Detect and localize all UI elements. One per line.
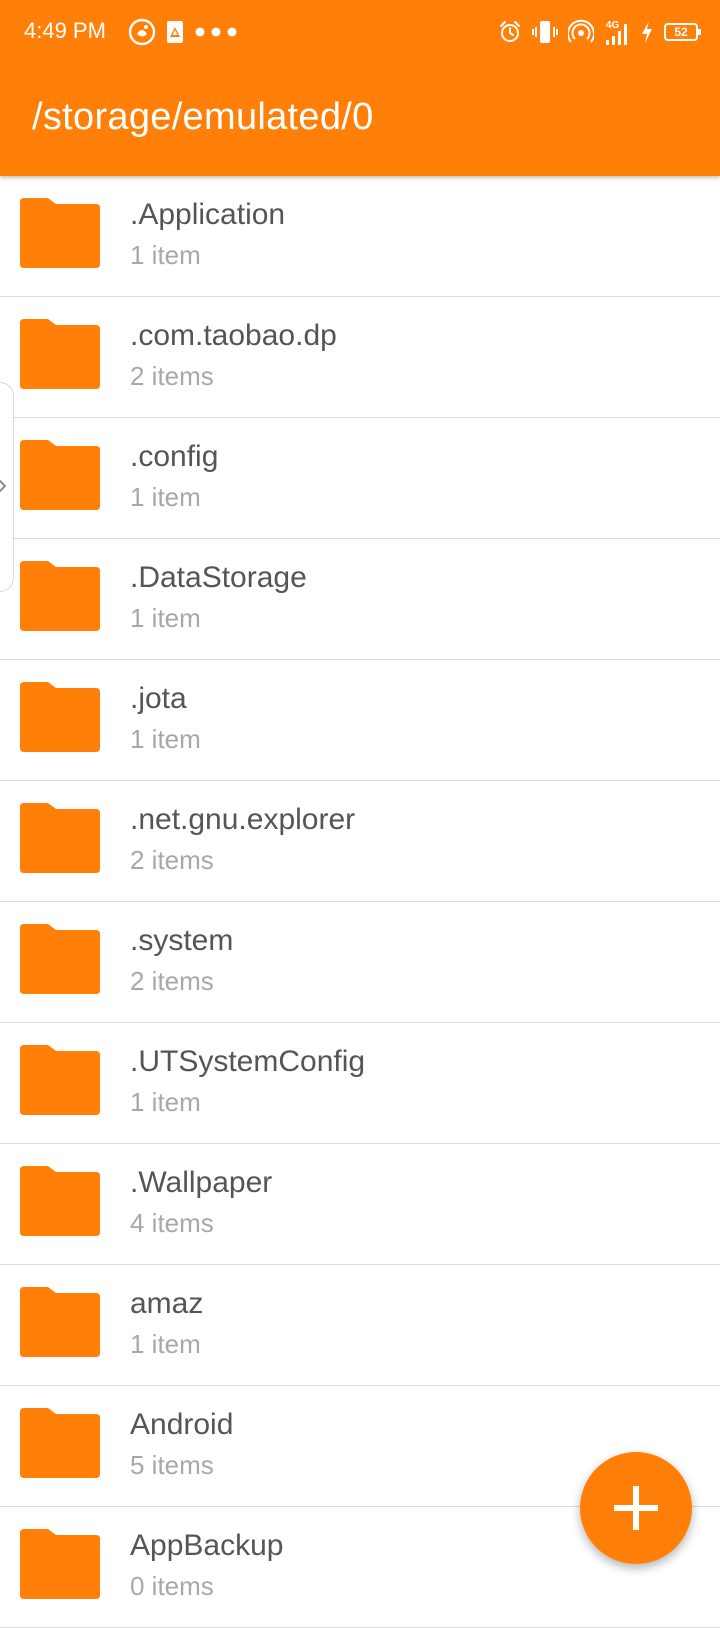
folder-row[interactable]: .net.gnu.explorer 2 items	[0, 781, 720, 902]
folder-name: .config	[130, 440, 219, 473]
plus-icon	[614, 1486, 658, 1530]
charging-icon	[640, 20, 654, 44]
folder-name: .Application	[130, 198, 286, 231]
folder-name: .Wallpaper	[130, 1166, 273, 1199]
folder-row[interactable]: .config 1 item	[0, 418, 720, 539]
folder-icon	[20, 1408, 100, 1478]
drive-icon	[166, 18, 184, 46]
folder-icon	[20, 682, 100, 752]
folder-item-count: 1 item	[130, 482, 201, 512]
folder-name: .UTSystemConfig	[130, 1045, 366, 1078]
folder-icon	[20, 1287, 100, 1357]
folder-item-count: 1 item	[130, 1329, 201, 1359]
battery-level: 52	[664, 23, 701, 41]
folder-icon	[20, 198, 100, 268]
folder-item-count: 1 item	[130, 603, 201, 633]
folder-icon	[20, 1166, 100, 1236]
weibo-icon	[128, 18, 156, 46]
folder-item-count: 4 items	[130, 1208, 214, 1238]
folder-item-count: 1 item	[130, 724, 201, 754]
folder-icon	[20, 1045, 100, 1115]
folder-icon	[20, 561, 100, 631]
battery-icon: 52	[664, 23, 701, 41]
current-path-title: /storage/emulated/0	[32, 96, 374, 138]
status-bar: 4:49 PM 4G 52	[0, 0, 720, 64]
folder-list: .Application 1 item .com.taobao.dp 2 items.…	[0, 176, 720, 1628]
more-dots-icon	[194, 26, 238, 38]
folder-row[interactable]: .UTSystemConfig 1 item	[0, 1023, 720, 1144]
folder-name: .net.gnu.explorer	[130, 803, 356, 836]
folder-name: .system	[130, 924, 234, 957]
folder-row[interactable]: .system 2 items	[0, 902, 720, 1023]
folder-icon	[20, 1529, 100, 1599]
network-label: 4G	[606, 20, 620, 31]
signal-icon: 4G	[604, 18, 630, 46]
folder-item-count: 2 items	[130, 361, 214, 391]
folder-item-count: 5 items	[130, 1450, 214, 1480]
folder-item-count: 0 items	[130, 1571, 214, 1601]
folder-row[interactable]: .Application 1 item	[0, 176, 720, 297]
folder-icon	[20, 803, 100, 873]
folder-name: amaz	[130, 1287, 204, 1320]
folder-row[interactable]: .Wallpaper 4 items	[0, 1144, 720, 1265]
status-right-icons: 4G 52	[498, 16, 701, 48]
folder-item-count: 1 item	[130, 1087, 201, 1117]
folder-row[interactable]: .jota 1 item	[0, 660, 720, 781]
add-button[interactable]	[580, 1452, 692, 1564]
alarm-icon	[498, 20, 522, 44]
vibrate-icon	[532, 19, 558, 45]
folder-icon	[20, 440, 100, 510]
folder-row[interactable]: .DataStorage 1 item	[0, 539, 720, 660]
folder-icon	[20, 319, 100, 389]
folder-name: .DataStorage	[130, 561, 307, 594]
status-time: 4:49 PM	[24, 18, 106, 43]
folder-name: .jota	[130, 682, 187, 715]
chevron-right-icon	[0, 479, 6, 493]
folder-row[interactable]: amaz 1 item	[0, 1265, 720, 1386]
app-bar: 4:49 PM 4G 52 /storage/emulated/0	[0, 0, 720, 176]
folder-name: .com.taobao.dp	[130, 319, 337, 352]
folder-item-count: 2 items	[130, 845, 214, 875]
folder-item-count: 2 items	[130, 966, 214, 996]
edge-panel-handle[interactable]	[0, 382, 14, 592]
folder-item-count: 1 item	[130, 240, 201, 270]
folder-name: AppBackup	[130, 1529, 284, 1562]
folder-row[interactable]: .com.taobao.dp 2 items	[0, 297, 720, 418]
folder-name: Android	[130, 1408, 234, 1441]
hotspot-icon	[568, 19, 594, 45]
status-left-icons	[128, 16, 238, 48]
folder-icon	[20, 924, 100, 994]
